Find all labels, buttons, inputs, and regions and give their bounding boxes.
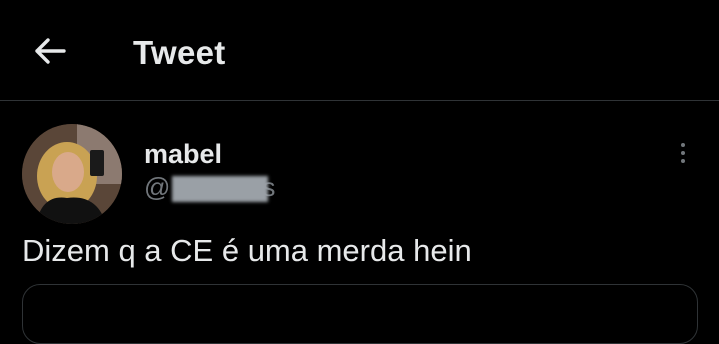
avatar[interactable]	[22, 124, 122, 224]
more-vertical-icon	[681, 143, 685, 147]
handle-redaction	[172, 175, 269, 202]
handle-prefix: @	[144, 172, 171, 202]
tweet-text: Dizem q a CE é uma merda hein	[22, 233, 472, 268]
page-title: Tweet	[133, 34, 226, 71]
arrow-left-icon	[35, 38, 66, 64]
display-name[interactable]: mabel	[144, 139, 222, 170]
back-button[interactable]	[30, 31, 70, 71]
top-bar: Tweet	[0, 0, 719, 101]
avatar-photo	[22, 124, 122, 224]
more-options-button[interactable]	[668, 138, 698, 168]
quoted-content-card[interactable]	[22, 284, 698, 344]
user-handle[interactable]: @ s	[144, 172, 275, 203]
